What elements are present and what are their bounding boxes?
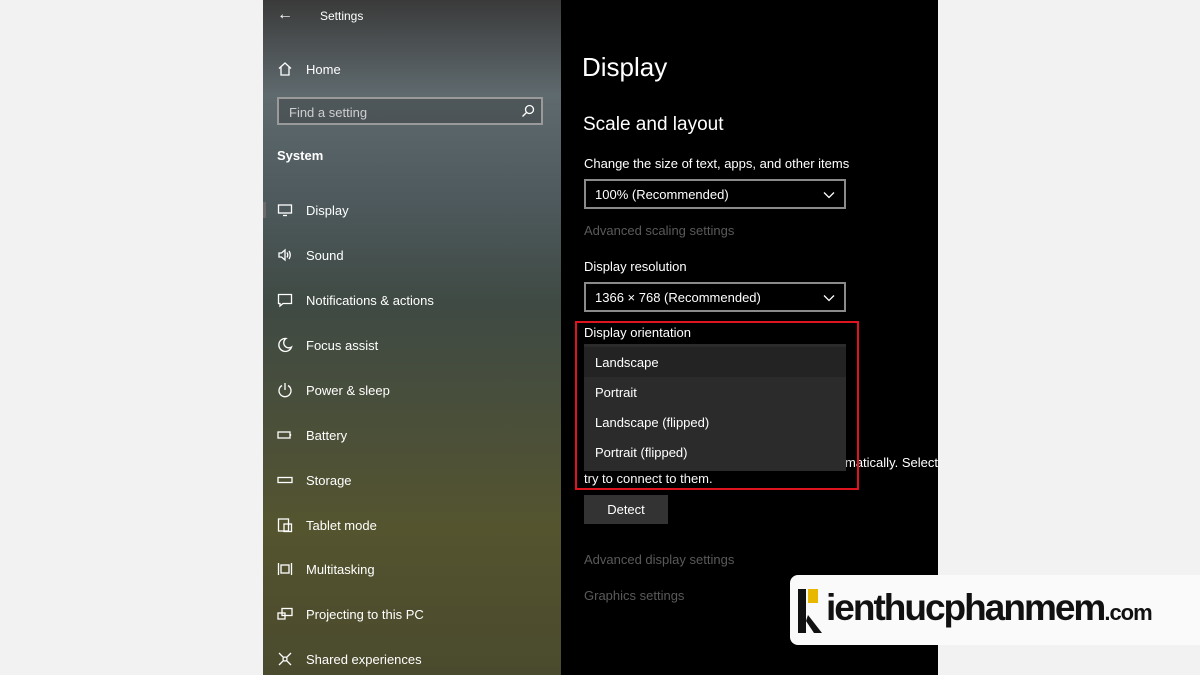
sidebar-item-display[interactable]: Display <box>263 194 561 226</box>
chevron-down-icon <box>823 295 835 302</box>
sidebar-item-label: Display <box>306 202 349 218</box>
detect-button[interactable]: Detect <box>584 495 668 524</box>
option-label: Landscape (flipped) <box>595 415 710 430</box>
storage-icon <box>277 476 293 484</box>
app-title: Settings <box>320 9 364 23</box>
watermark-text: ienthucphanmem.com <box>826 587 1153 629</box>
sidebar-item-power-sleep[interactable]: Power & sleep <box>263 374 561 406</box>
sidebar-item-label: Focus assist <box>306 337 379 353</box>
graphics-settings-link[interactable]: Graphics settings <box>584 588 684 603</box>
orientation-option-portrait-flipped[interactable]: Portrait (flipped) <box>584 437 846 467</box>
orientation-option-landscape[interactable]: Landscape <box>584 347 846 377</box>
sidebar-item-label: Sound <box>306 247 344 263</box>
sidebar: ← Settings Home System Display <box>263 0 561 675</box>
option-label: Landscape <box>595 355 659 370</box>
sidebar-item-multitasking[interactable]: Multitasking <box>263 553 561 585</box>
resolution-label: Display resolution <box>584 259 687 274</box>
orientation-dropdown-list: Landscape Portrait Landscape (flipped) P… <box>584 344 846 471</box>
shared-experiences-icon <box>278 652 292 666</box>
orientation-label: Display orientation <box>584 325 691 340</box>
home-label: Home <box>306 61 341 77</box>
scale-value: 100% (Recommended) <box>595 187 729 202</box>
sidebar-item-label: Multitasking <box>306 561 375 577</box>
back-arrow-icon[interactable]: ← <box>277 6 293 24</box>
sidebar-item-label: Shared experiences <box>306 651 422 667</box>
section-label-system: System <box>277 148 324 163</box>
settings-window: ← Settings Home System Display <box>263 0 938 675</box>
resolution-value: 1366 × 768 (Recommended) <box>595 290 761 305</box>
power-icon <box>278 383 292 398</box>
main-content: Display Scale and layout Change the size… <box>561 0 938 675</box>
sidebar-item-label: Tablet mode <box>306 517 377 533</box>
sidebar-item-label: Notifications & actions <box>306 292 434 308</box>
home-nav-item[interactable]: Home <box>277 58 341 80</box>
resolution-dropdown[interactable]: 1366 × 768 (Recommended) <box>584 282 846 312</box>
sidebar-item-battery[interactable]: Battery <box>263 419 561 451</box>
sidebar-item-notifications[interactable]: Notifications & actions <box>263 284 561 316</box>
watermark-tld: .com <box>1104 600 1152 625</box>
title-bar: ← Settings <box>263 0 561 32</box>
option-label: Portrait <box>595 385 637 400</box>
sidebar-item-storage[interactable]: Storage <box>263 464 561 496</box>
page-title: Display <box>582 52 668 82</box>
battery-icon <box>277 431 292 439</box>
orientation-option-portrait[interactable]: Portrait <box>584 377 846 407</box>
advanced-display-link[interactable]: Advanced display settings <box>584 552 734 567</box>
orientation-option-landscape-flipped[interactable]: Landscape (flipped) <box>584 407 846 437</box>
tablet-mode-icon <box>277 518 293 533</box>
option-label: Portrait (flipped) <box>595 445 688 460</box>
projecting-icon <box>277 607 293 620</box>
section-title: Scale and layout <box>583 114 724 135</box>
search-input[interactable] <box>287 103 511 121</box>
multiple-displays-text-line2: try to connect to them. <box>584 471 713 486</box>
sidebar-item-label: Power & sleep <box>306 382 390 398</box>
watermark-brand: ienthucphanmem <box>826 587 1106 628</box>
scale-label: Change the size of text, apps, and other… <box>584 156 850 171</box>
moon-icon <box>278 337 293 353</box>
sidebar-item-projecting[interactable]: Projecting to this PC <box>263 598 561 630</box>
watermark-logo: ienthucphanmem.com <box>790 575 1200 645</box>
sidebar-item-focus-assist[interactable]: Focus assist <box>263 329 561 361</box>
sidebar-item-shared-experiences[interactable]: Shared experiences <box>263 643 561 675</box>
notification-icon <box>277 293 293 308</box>
sidebar-item-label: Projecting to this PC <box>306 606 424 622</box>
sidebar-item-label: Storage <box>306 472 352 488</box>
sidebar-item-tablet-mode[interactable]: Tablet mode <box>263 509 561 541</box>
multiple-displays-text-fragment: matically. Select <box>845 455 938 470</box>
speaker-icon <box>278 248 291 262</box>
chevron-down-icon <box>823 192 835 199</box>
multitasking-icon <box>277 563 293 575</box>
home-icon <box>278 62 292 76</box>
sidebar-item-label: Battery <box>306 427 348 443</box>
scale-dropdown[interactable]: 100% (Recommended) <box>584 179 846 209</box>
logo-k-mark-icon <box>798 589 822 633</box>
sidebar-item-sound[interactable]: Sound <box>263 239 561 271</box>
monitor-icon <box>277 204 293 217</box>
search-box[interactable] <box>277 97 543 125</box>
search-icon[interactable] <box>521 104 535 118</box>
advanced-scaling-link[interactable]: Advanced scaling settings <box>584 223 734 238</box>
